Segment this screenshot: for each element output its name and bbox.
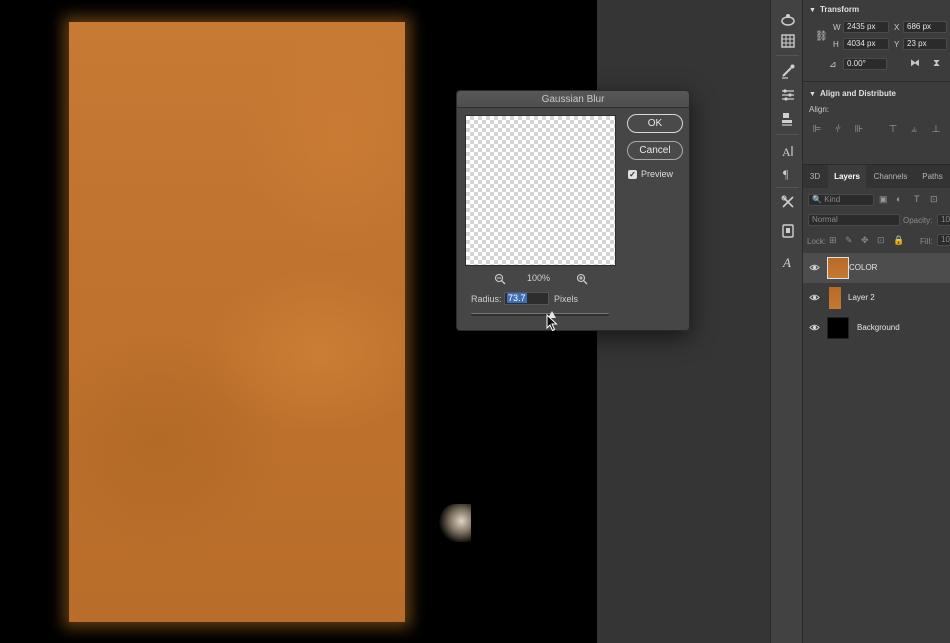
radius-slider[interactable] [471,313,609,316]
lock-artboard-icon[interactable]: ⊡ [877,235,885,246]
blend-mode-dropdown[interactable]: Normal [808,214,900,226]
properties-layers-panel: ▼ Transform W 2435 px X 686 px ⛓ H 4034 p… [803,0,950,643]
gaussian-blur-dialog: Gaussian Blur OK Cancel ✓ Preview 100% R… [456,90,690,331]
fill-field[interactable]: 100 [937,234,950,246]
transform-title-text: Transform [819,5,860,14]
lock-image-icon[interactable]: ✎ [845,235,853,246]
door-image [69,22,471,622]
layer-filter-dropdown[interactable]: 🔍 Kind [808,194,874,206]
separator [776,134,799,135]
width-label: W [833,23,841,32]
height-field[interactable]: 4034 px [843,38,889,50]
eye-icon[interactable] [809,322,820,333]
layer-row-background[interactable]: Background [803,313,950,343]
dialog-title[interactable]: Gaussian Blur [457,91,689,108]
eye-icon[interactable] [809,262,820,273]
align-bottom-icon[interactable]: ⊥ [931,124,941,136]
grid-icon[interactable] [778,31,798,51]
layer-thumbnail [827,317,849,339]
radius-label: Radius: [471,294,502,304]
y-field[interactable]: 23 px [903,38,947,50]
tools-cross-icon[interactable] [778,192,798,212]
tab-3d[interactable]: 3D [803,165,827,189]
layer-thumbnail [827,257,849,279]
separator [803,81,950,82]
lock-all-icon[interactable]: 🔒 [893,235,904,246]
layer-thumbnail [829,287,841,309]
libraries-icon[interactable] [778,221,798,241]
radius-input[interactable]: 73.7 [504,292,549,305]
align-left-icon[interactable]: ⊫ [812,124,822,136]
panel-icon-strip: A ¶ A [770,0,803,643]
ok-button[interactable]: OK [627,114,683,133]
fill-label: Fill: [920,237,933,246]
flip-vertical-icon[interactable]: ⧗ [933,58,940,69]
filter-kind-text: Kind [824,195,841,204]
separator [776,187,799,188]
character-icon[interactable]: A [778,141,798,161]
preview-checkbox[interactable]: ✓ [628,170,637,179]
y-label: Y [894,40,900,49]
layer-name: COLOR [849,263,878,272]
angle-field[interactable]: 0.00° [843,58,887,70]
link-icon[interactable]: ⛓ [815,31,828,42]
align-section-title[interactable]: ▼ Align and Distribute [809,89,896,98]
align-label: Align: [809,105,830,114]
tab-channels[interactable]: Channels [867,165,914,189]
mouse-cursor-icon [546,314,558,332]
angle-icon: ⊿ [829,59,837,69]
layers-tabs-bar: 3D Layers Channels Paths [803,164,950,189]
filter-type-icon[interactable]: T [914,194,920,204]
lock-position-icon[interactable]: ✥ [861,235,869,246]
layer-name: Background [857,323,900,332]
cancel-button[interactable]: Cancel [627,141,683,160]
layer-row-layer-2[interactable]: Layer 2 [803,283,950,313]
layer-row-color[interactable]: COLOR [803,253,950,283]
plugins-icon[interactable] [778,10,798,30]
flip-horizontal-icon[interactable]: ⧓ [910,58,920,69]
opacity-field[interactable]: 100 [937,214,950,226]
filter-shape-icon[interactable]: ⊡ [930,194,938,205]
filter-adjustment-icon[interactable]: ◐ [896,194,901,204]
zoom-out-icon[interactable] [494,272,506,285]
x-field[interactable]: 686 px [903,21,947,33]
lock-label: Lock: [807,237,827,246]
align-middle-v-icon[interactable]: ⫨ [909,124,919,136]
clone-stamp-icon[interactable] [778,109,798,129]
tab-paths[interactable]: Paths [915,165,950,189]
transform-section-title[interactable]: ▼ Transform [809,5,859,14]
x-label: X [894,23,900,32]
eye-icon[interactable] [809,292,820,303]
radius-value: 73.7 [507,293,527,303]
unit-label: Pixels [554,294,579,304]
blur-preview[interactable] [465,115,616,266]
adjustments-icon[interactable] [778,85,798,105]
layer-name: Layer 2 [848,293,875,302]
align-center-h-icon[interactable]: ⫩ [833,124,843,136]
lock-transparent-icon[interactable]: ⊞ [829,235,837,246]
brush-icon[interactable] [778,61,798,81]
tab-layers[interactable]: Layers [828,165,866,189]
separator [776,55,799,56]
glyphs-icon[interactable]: A [778,252,798,272]
width-field[interactable]: 2435 px [843,21,889,33]
svg-text:A: A [782,255,791,270]
zoom-level: 100% [527,273,551,283]
filter-pixel-icon[interactable]: ▣ [879,194,888,205]
align-top-icon[interactable]: ⊤ [888,124,898,136]
align-title-text: Align and Distribute [819,89,896,98]
align-right-icon[interactable]: ⊪ [854,124,864,136]
height-label: H [833,40,839,49]
paragraph-icon[interactable]: ¶ [778,163,798,183]
svg-text:¶: ¶ [783,167,789,181]
door-knob [439,504,471,542]
opacity-label: Opacity: [903,216,933,225]
preview-label: Preview [641,169,674,179]
zoom-in-icon[interactable] [576,272,588,285]
svg-text:A: A [782,145,791,159]
